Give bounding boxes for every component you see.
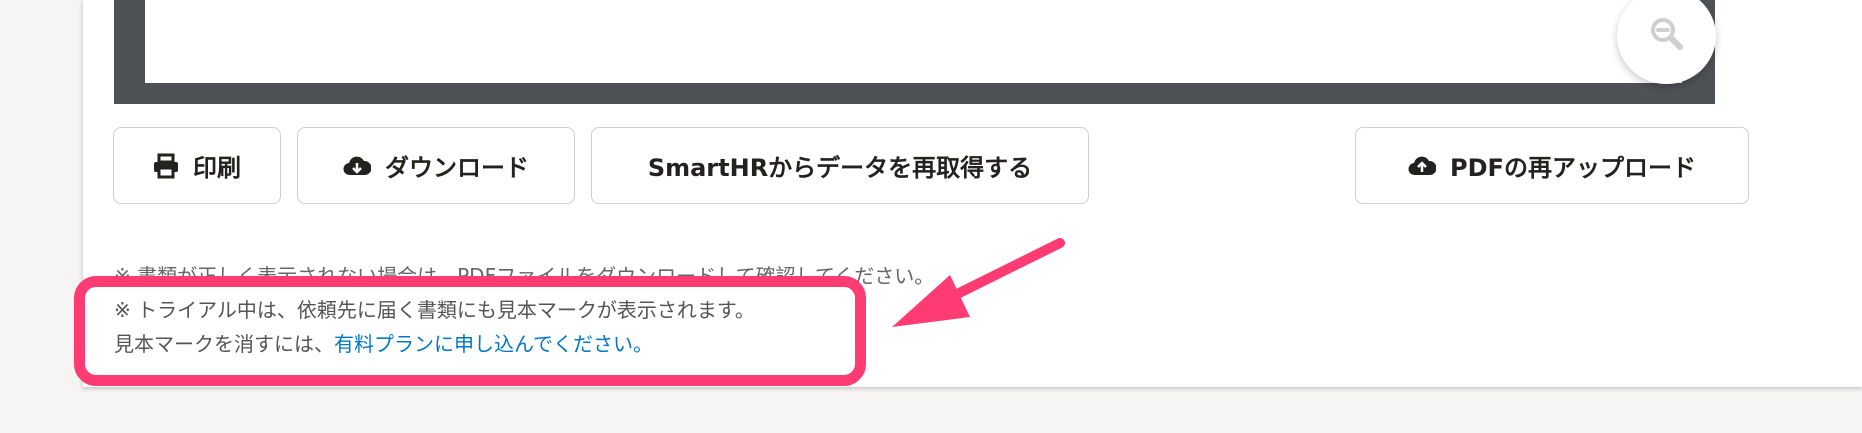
- cloud-upload-icon: [1408, 155, 1437, 177]
- trial-notice-upgrade: 見本マークを消すには、有料プランに申し込んでください。: [114, 328, 653, 357]
- pdf-page-preview: [145, 0, 1682, 83]
- printer-icon: [153, 153, 179, 179]
- cloud-download-icon: [343, 155, 371, 177]
- pdf-viewer[interactable]: [114, 0, 1715, 104]
- reupload-pdf-button-label: PDFの再アップロード: [1450, 154, 1696, 182]
- zoom-out-icon: [1647, 14, 1687, 58]
- annotation-arrow: [892, 238, 1065, 327]
- trial-notice-line: ※ トライアル中は、依頼先に届く書類にも見本マークが表示されます。: [114, 298, 755, 322]
- download-button-label: ダウンロード: [385, 154, 529, 182]
- print-button-label: 印刷: [193, 154, 241, 182]
- paid-plan-link[interactable]: 有料プランに申し込んでください。: [334, 332, 653, 356]
- refetch-data-button[interactable]: SmartHRからデータを再取得する: [591, 127, 1089, 204]
- print-button[interactable]: 印刷: [113, 127, 281, 204]
- trial-notice-prefix: 見本マークを消すには、: [114, 332, 334, 356]
- refetch-data-button-label: SmartHRからデータを再取得する: [647, 154, 1033, 182]
- reupload-pdf-button[interactable]: PDFの再アップロード: [1355, 127, 1749, 204]
- download-button[interactable]: ダウンロード: [297, 127, 575, 204]
